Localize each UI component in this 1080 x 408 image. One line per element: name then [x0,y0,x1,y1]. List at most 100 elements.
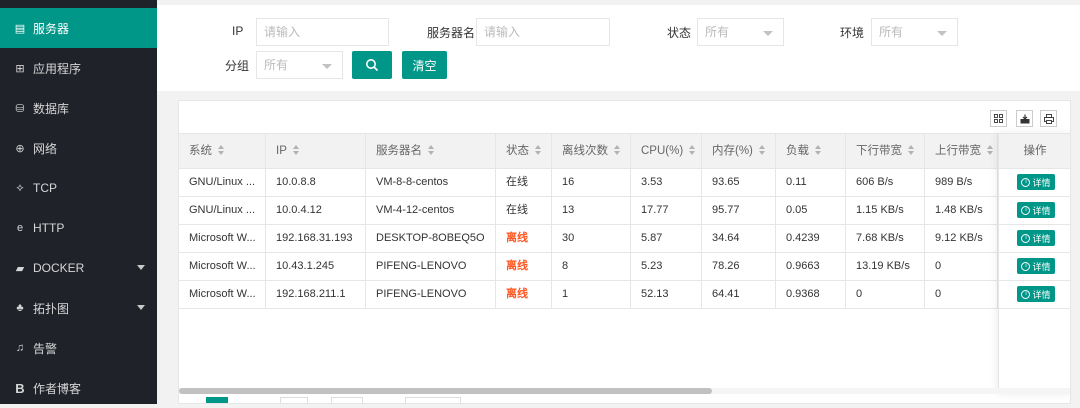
sidebar-item-6[interactable]: ▰ DOCKER [0,248,157,288]
cell-name: VM-8-8-centos [366,169,496,196]
sort-icon[interactable] [908,144,915,155]
sort-icon[interactable] [535,144,542,155]
table-row[interactable]: Microsoft W... 192.168.31.193 DESKTOP-8OBE… [179,225,1070,253]
cell-load: 0.05 [776,197,846,224]
table-row[interactable]: Microsoft W... 10.43.1.245 PIFENG-LENOVO 离线… [179,253,1070,281]
server-icon: ▤ [14,22,26,35]
pager-size-select[interactable] [405,397,461,403]
cell-up: 1.48 KB/s [925,197,998,224]
docker-icon: ▰ [15,262,25,275]
app-icon: ⊞ [15,62,25,75]
sidebar-item-3[interactable]: ⊕ 网络 [0,128,157,168]
pager-page-button[interactable] [280,397,308,403]
sidebar-item-0[interactable]: ▤ 服务器 [0,8,157,48]
column-header-label: 上行带宽 [935,145,981,157]
cell-name: DESKTOP-8OBEQ5O [366,225,496,252]
column-header-label: 状态 [506,145,529,157]
cell-ip: 192.168.31.193 [266,225,366,252]
detail-button-label: 详情 [1032,289,1051,300]
cell-down: 0 [846,281,925,308]
sidebar-item-4[interactable]: ⟡ TCP [0,168,157,208]
cell-ip: 10.0.4.12 [266,197,366,224]
detail-button[interactable]: i 详情 [1017,286,1055,302]
cell-up: 9.12 KB/s [925,225,998,252]
cell-ip: 192.168.211.1 [266,281,366,308]
sort-icon[interactable] [614,144,621,155]
scrollbar-thumb[interactable] [179,388,712,394]
row-divider [999,196,1070,197]
columns-icon[interactable] [990,110,1007,127]
sidebar-item-label: DOCKER [33,261,85,275]
sort-icon[interactable] [815,144,822,155]
detail-button[interactable]: i 详情 [1017,174,1055,190]
horizontal-scrollbar[interactable] [179,388,1070,394]
sidebar-item-1[interactable]: ⊞ 应用程序 [0,48,157,88]
blog-icon: B [15,380,25,396]
detail-button[interactable]: i 详情 [1017,258,1055,274]
ip-input[interactable]: 请输入 [256,18,389,46]
pager-current-page[interactable] [206,397,228,403]
sort-icon[interactable] [689,144,696,155]
topology-icon: ♣ [16,302,24,314]
cell-offline_count: 30 [552,225,631,252]
action-header: 操作 [999,133,1070,169]
column-header[interactable]: 下行带宽 [846,134,925,168]
column-header[interactable]: 系统 [179,134,266,168]
chevron-down-icon [137,265,145,270]
column-header[interactable]: 服务器名 [366,134,496,168]
table-row[interactable]: GNU/Linux ... 10.0.4.12 VM-4-12-centos 在线 13… [179,197,1070,225]
sort-icon[interactable] [218,144,225,155]
sidebar-item-label: 网络 [33,141,58,156]
sort-icon[interactable] [428,144,435,155]
cell-mem: 93.65 [702,169,776,196]
clear-button[interactable]: 清空 [402,51,447,79]
cell-offline_count: 8 [552,253,631,280]
tcp-icon: ⟡ [16,181,24,194]
cell-os: Microsoft W... [179,281,266,308]
search-icon [366,59,379,72]
env-select[interactable]: 所有 [871,18,958,46]
column-header[interactable]: CPU(%) [631,134,702,168]
sidebar-item-2[interactable]: ⛁ 数据库 [0,88,157,128]
print-icon[interactable] [1040,110,1057,127]
cell-load: 0.9368 [776,281,846,308]
status-select[interactable]: 所有 [697,18,784,46]
cell-os: Microsoft W... [179,225,266,252]
table-row[interactable]: GNU/Linux ... 10.0.8.8 VM-8-8-centos 在线 16 3.… [179,169,1070,197]
sidebar-item-8[interactable]: ♫ 告警 [0,328,157,368]
column-header[interactable]: 离线次数 [552,134,631,168]
cell-ip: 10.0.8.8 [266,169,366,196]
sidebar-item-5[interactable]: e HTTP [0,208,157,248]
search-button[interactable] [352,51,392,79]
cell-os: GNU/Linux ... [179,197,266,224]
cell-mem: 34.64 [702,225,776,252]
sidebar-item-7[interactable]: ♣ 拓扑图 [0,288,157,328]
column-header[interactable]: 负载 [776,134,846,168]
column-header-label: IP [276,145,287,157]
detail-button[interactable]: i 详情 [1017,230,1055,246]
cell-status: 离线 [496,281,552,308]
pager-page-button[interactable] [331,397,363,403]
export-icon[interactable] [1016,110,1033,127]
table-row[interactable]: Microsoft W... 192.168.211.1 PIFENG-LENOVO… [179,281,1070,309]
table-toolbar [179,101,1070,133]
sidebar-item-9[interactable]: B 作者博客 [0,368,157,408]
detail-button[interactable]: i 详情 [1017,202,1055,218]
row-divider [999,252,1070,253]
cell-status: 在线 [496,169,552,196]
cell-offline_count: 13 [552,197,631,224]
sort-icon[interactable] [292,144,300,155]
table-header: 系统 IP 服务器名 状态 离线次数 CPU(%) 内存(%) 负载 下行带宽 上行带宽 [179,133,1070,169]
sort-icon[interactable] [987,144,994,155]
column-header[interactable]: IP [266,134,366,168]
cell-mem: 78.26 [702,253,776,280]
group-select[interactable]: 所有 [256,51,343,79]
status-select-value: 所有 [705,25,730,39]
sort-icon[interactable] [758,144,766,155]
cell-load: 0.9663 [776,253,846,280]
chevron-down-icon [137,305,145,310]
column-header[interactable]: 上行带宽 [925,134,998,168]
column-header[interactable]: 状态 [496,134,552,168]
column-header[interactable]: 内存(%) [702,134,776,168]
server-name-input[interactable]: 请输入 [476,18,610,46]
